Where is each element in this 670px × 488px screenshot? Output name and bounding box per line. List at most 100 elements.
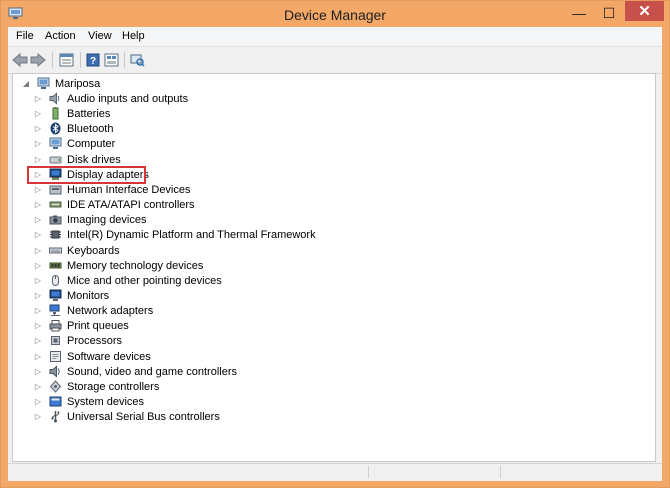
expand-arrow-icon[interactable]: ▷	[33, 106, 43, 121]
tree-item-label: Keyboards	[67, 244, 120, 257]
expand-arrow-icon[interactable]: ▷	[33, 212, 43, 227]
menu-bar: File Action View Help	[8, 27, 662, 47]
svg-text:?: ?	[90, 56, 96, 67]
computer-icon	[49, 137, 62, 150]
tree-item-label: System devices	[67, 395, 145, 408]
tree-root-label: Mariposa	[55, 77, 101, 90]
maximize-button[interactable]: ☐	[596, 3, 622, 23]
mouse-icon	[49, 274, 62, 287]
help-icon[interactable]: ?	[84, 51, 102, 69]
printer-icon	[49, 319, 62, 332]
toolbar-separator	[124, 52, 125, 68]
tree-item-label: Disk drives	[67, 153, 121, 166]
tree-item-label: Computer	[67, 137, 116, 150]
expand-arrow-icon[interactable]: ▷	[33, 91, 43, 106]
expand-arrow-icon[interactable]: ▷	[33, 227, 43, 242]
tree-item-label: Software devices	[67, 350, 151, 363]
tree-item-processors[interactable]: ▷ Processors	[33, 333, 122, 348]
tree-item-label: IDE ATA/ATAPI controllers	[67, 198, 195, 211]
toolbar-separator	[52, 52, 53, 68]
menu-help[interactable]: Help	[122, 30, 145, 42]
expand-arrow-icon[interactable]: ▷	[33, 273, 43, 288]
expand-arrow-icon[interactable]: ▷	[33, 136, 43, 151]
system-device-icon	[49, 395, 62, 408]
tree-item-label: Network adapters	[67, 304, 154, 317]
expand-arrow-icon[interactable]: ▷	[33, 243, 43, 258]
tree-item-keyboards[interactable]: ▷ Keyboards	[33, 243, 120, 258]
expand-arrow-icon[interactable]: ▷	[33, 349, 43, 364]
expand-arrow-icon[interactable]: ▷	[33, 121, 43, 136]
expand-arrow-icon[interactable]: ▷	[33, 318, 43, 333]
tree-item-bluetooth[interactable]: ▷ Bluetooth	[33, 121, 113, 136]
computer-icon	[37, 77, 50, 90]
tree-item-system-devices[interactable]: ▷ System devices	[33, 394, 144, 409]
monitor-icon	[49, 289, 62, 302]
device-manager-window: Device Manager — ☐ ✕ File Action View He…	[0, 0, 670, 488]
tree-item-label: Processors	[67, 334, 123, 347]
hid-icon	[49, 183, 62, 196]
sound-icon	[49, 365, 62, 378]
speaker-icon	[49, 92, 62, 105]
tree-item-monitors[interactable]: ▷ Monitors	[33, 288, 109, 303]
tree-item-batteries[interactable]: ▷ Batteries	[33, 106, 110, 121]
ide-controller-icon	[49, 198, 62, 211]
expand-arrow-icon[interactable]: ▷	[33, 379, 43, 394]
chip-icon	[49, 228, 62, 241]
memory-icon	[49, 259, 62, 272]
expand-arrow-icon[interactable]: ▷	[33, 303, 43, 318]
tree-item-human-interface-devices[interactable]: ▷ Human Interface Devices	[33, 182, 191, 197]
tree-item-storage-controllers[interactable]: ▷ Storage controllers	[33, 379, 159, 394]
battery-icon	[49, 107, 62, 120]
expand-arrow-icon[interactable]: ▷	[33, 182, 43, 197]
tree-item-software-devices[interactable]: ▷ Software devices	[33, 349, 151, 364]
tree-root-mariposa[interactable]: ◢ Mariposa	[21, 76, 100, 91]
scan-hardware-icon[interactable]	[128, 51, 146, 69]
tree-item-network-adapters[interactable]: ▷ Network adapters	[33, 303, 153, 318]
tree-item-memory-technology-devices[interactable]: ▷ Memory technology devices	[33, 258, 203, 273]
expand-arrow-icon[interactable]: ▷	[33, 364, 43, 379]
tree-item-imaging-devices[interactable]: ▷ Imaging devices	[33, 212, 147, 227]
title-bar[interactable]: Device Manager — ☐ ✕	[1, 1, 669, 27]
collapse-arrow-icon[interactable]: ◢	[21, 76, 31, 91]
tree-item-audio-inputs-and-outputs[interactable]: ▷ Audio inputs and outputs	[33, 91, 188, 106]
menu-action[interactable]: Action	[45, 30, 76, 42]
properties-icon[interactable]	[57, 51, 75, 69]
minimize-button[interactable]: —	[566, 3, 592, 23]
tree-item-print-queues[interactable]: ▷ Print queues	[33, 318, 129, 333]
show-hidden-icon[interactable]	[102, 51, 120, 69]
expand-arrow-icon[interactable]: ▷	[33, 197, 43, 212]
processor-icon	[49, 334, 62, 347]
expand-arrow-icon[interactable]: ▷	[33, 394, 43, 409]
expand-arrow-icon[interactable]: ▷	[33, 258, 43, 273]
tree-item-label: Audio inputs and outputs	[67, 92, 189, 105]
tree-item-label: Sound, video and game controllers	[67, 365, 237, 378]
device-tree[interactable]: ◢ Mariposa ▷ Audio inputs and outputs ▷ Bat…	[12, 73, 656, 462]
tree-item-mice-and-other-pointing-devices[interactable]: ▷ Mice and other pointing devices	[33, 273, 222, 288]
expand-arrow-icon[interactable]: ▷	[33, 152, 43, 167]
tree-item-label: Batteries	[67, 107, 111, 120]
tree-item-label: Human Interface Devices	[67, 183, 191, 196]
expand-arrow-icon[interactable]: ▷	[33, 409, 43, 424]
expand-arrow-icon[interactable]: ▷	[33, 333, 43, 348]
menu-view[interactable]: View	[88, 30, 112, 42]
tree-item-sound-video-and-game-controllers[interactable]: ▷ Sound, video and game controllers	[33, 364, 237, 379]
toolbar-separator	[80, 52, 81, 68]
tree-item-universal-serial-bus-controllers[interactable]: ▷ Universal Serial Bus controllers	[33, 409, 220, 424]
forward-arrow-icon[interactable]	[29, 51, 47, 69]
status-cell	[500, 466, 661, 478]
tree-item-computer[interactable]: ▷ Computer	[33, 136, 115, 151]
camera-icon	[49, 213, 62, 226]
expand-arrow-icon[interactable]: ▷	[33, 288, 43, 303]
menu-file[interactable]: File	[16, 30, 34, 42]
status-cell	[368, 466, 499, 478]
tree-item-disk-drives[interactable]: ▷ Disk drives	[33, 152, 121, 167]
tree-item-intel-r-dynamic-platform-and-thermal-framework[interactable]: ▷ Intel(R) Dynamic Platform and Thermal F…	[33, 227, 316, 242]
toolbar: ?	[8, 47, 662, 74]
storage-icon	[49, 380, 62, 393]
tree-item-ide-ata-atapi-controllers[interactable]: ▷ IDE ATA/ATAPI controllers	[33, 197, 195, 212]
back-arrow-icon[interactable]	[11, 51, 29, 69]
close-button[interactable]: ✕	[625, 1, 664, 21]
software-device-icon	[49, 350, 62, 363]
client-area: File Action View Help ? ◢ Mariposa ▷ Aud…	[8, 27, 662, 481]
tree-item-label: Imaging devices	[67, 213, 147, 226]
